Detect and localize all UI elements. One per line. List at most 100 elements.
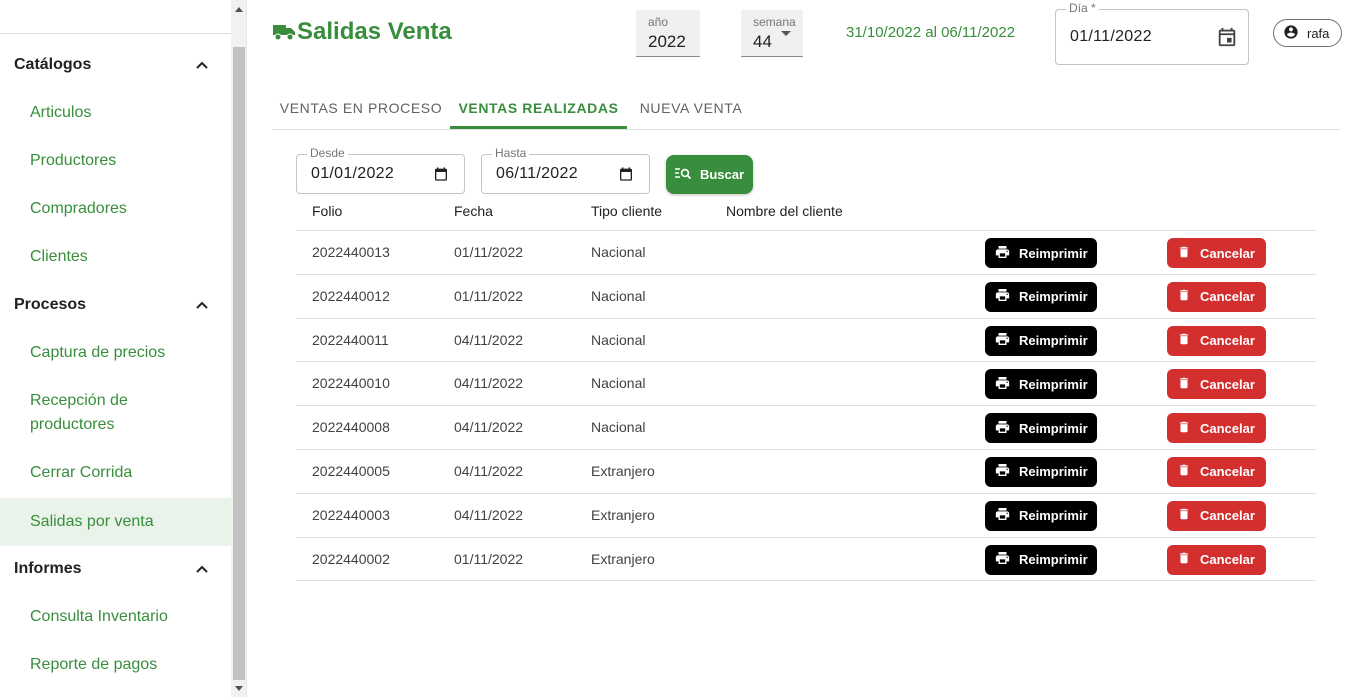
header-tipo-cliente: Tipo cliente xyxy=(591,203,663,219)
reprint-label: Reimprimir xyxy=(1019,376,1088,392)
sidebar-section-catalogos[interactable]: Catálogos xyxy=(0,41,231,89)
sidebar-item-cerrar-corrida[interactable]: Cerrar Corrida xyxy=(0,461,231,485)
printer-icon xyxy=(994,419,1011,438)
cell-fecha: 04/11/2022 xyxy=(454,419,524,436)
sidebar-item-captura-precios[interactable]: Captura de precios xyxy=(0,341,231,365)
reprint-label: Reimprimir xyxy=(1019,289,1088,305)
week-select[interactable]: semana 44 xyxy=(741,10,803,57)
sidebar-section-procesos[interactable]: Procesos xyxy=(0,281,231,329)
page-title: Salidas Venta xyxy=(297,18,452,45)
tab-ventas-realizadas[interactable]: VENTAS REALIZADAS xyxy=(450,86,627,129)
table-row: 2022440008 04/11/2022 Nacional Reimprimir Ca… xyxy=(296,406,1316,450)
printer-icon xyxy=(994,506,1011,525)
hasta-date-field[interactable]: Hasta 06/11/2022 xyxy=(481,146,650,194)
calendar-icon[interactable] xyxy=(618,166,634,187)
search-list-icon xyxy=(674,167,692,182)
cell-tipo-cliente: Nacional xyxy=(591,331,646,348)
cell-tipo-cliente: Extranjero xyxy=(591,506,655,523)
desde-value: 01/01/2022 xyxy=(311,165,395,182)
reprint-label: Reimprimir xyxy=(1019,333,1088,349)
cancel-button[interactable]: Cancelar xyxy=(1167,500,1266,531)
cell-tipo-cliente: Nacional xyxy=(591,375,646,392)
table-row: 2022440011 04/11/2022 Nacional Reimprimir Ca… xyxy=(296,319,1316,363)
reprint-button[interactable]: Reimprimir xyxy=(985,281,1097,312)
desde-date-field[interactable]: Desde 01/01/2022 xyxy=(296,146,465,194)
cell-fecha: 04/11/2022 xyxy=(454,331,524,348)
user-name: rafa xyxy=(1307,25,1330,41)
reprint-label: Reimprimir xyxy=(1019,245,1088,261)
scroll-up-arrow-icon[interactable] xyxy=(235,7,243,12)
reprint-button[interactable]: Reimprimir xyxy=(985,369,1097,400)
day-date-field[interactable]: Día * 01/11/2022 xyxy=(1055,1,1249,65)
search-button-label: Buscar xyxy=(699,167,745,182)
cancel-button[interactable]: Cancelar xyxy=(1167,456,1266,487)
sidebar-item-articulos[interactable]: Articulos xyxy=(0,101,231,125)
user-menu-button[interactable]: rafa xyxy=(1273,19,1342,47)
reprint-button[interactable]: Reimprimir xyxy=(985,544,1097,575)
reprint-button[interactable]: Reimprimir xyxy=(985,238,1097,268)
sidebar-item-compradores[interactable]: Compradores xyxy=(0,197,231,221)
sidebar-scrollbar[interactable] xyxy=(231,0,247,697)
reprint-button[interactable]: Reimprimir xyxy=(985,456,1097,487)
printer-icon xyxy=(994,375,1011,394)
cancel-label: Cancelar xyxy=(1200,420,1255,436)
sidebar-item-recepcion-productores[interactable]: Recepción de productores xyxy=(0,389,180,437)
sidebar-section-title: Procesos xyxy=(14,296,87,313)
reprint-label: Reimprimir xyxy=(1019,464,1088,480)
sidebar: Catálogos Articulos Productores Comprado… xyxy=(0,0,231,697)
tab-ventas-en-proceso[interactable]: VENTAS EN PROCESO xyxy=(272,86,450,129)
year-field[interactable]: año 2022 xyxy=(636,10,700,57)
cell-folio: 2022440008 xyxy=(312,419,390,436)
scrollbar-thumb[interactable] xyxy=(233,47,245,680)
ventas-table: Folio Fecha Tipo cliente Nombre del clie… xyxy=(296,194,1316,582)
trash-icon xyxy=(1177,331,1191,350)
reprint-label: Reimprimir xyxy=(1019,508,1088,524)
trash-icon xyxy=(1177,419,1191,438)
cell-tipo-cliente: Extranjero xyxy=(591,550,655,567)
sidebar-section-informes[interactable]: Informes xyxy=(0,545,231,593)
reprint-label: Reimprimir xyxy=(1019,420,1088,436)
search-button[interactable]: Buscar xyxy=(666,155,753,194)
cancel-label: Cancelar xyxy=(1200,289,1255,305)
cell-fecha: 01/11/2022 xyxy=(454,550,524,567)
calendar-icon[interactable] xyxy=(1216,26,1238,53)
cell-folio: 2022440013 xyxy=(312,244,390,260)
calendar-icon[interactable] xyxy=(433,166,449,187)
chevron-up-icon xyxy=(195,298,209,312)
printer-icon xyxy=(994,462,1011,481)
cell-tipo-cliente: Nacional xyxy=(591,244,646,260)
tab-nueva-venta[interactable]: NUEVA VENTA xyxy=(627,86,755,129)
table-row: 2022440002 01/11/2022 Extranjero Reimprimir… xyxy=(296,538,1316,582)
chevron-up-icon xyxy=(195,58,209,72)
reprint-button[interactable]: Reimprimir xyxy=(985,325,1097,356)
cancel-label: Cancelar xyxy=(1200,464,1255,480)
cancel-button[interactable]: Cancelar xyxy=(1167,325,1266,356)
sidebar-item-reporte-pagos[interactable]: Reporte de pagos xyxy=(0,653,231,677)
cancel-label: Cancelar xyxy=(1200,333,1255,349)
sidebar-item-salidas-por-venta[interactable]: Salidas por venta xyxy=(0,498,231,546)
sidebar-item-consulta-inventario[interactable]: Consulta Inventario xyxy=(0,605,231,629)
reprint-button[interactable]: Reimprimir xyxy=(985,413,1097,444)
truck-icon xyxy=(272,23,296,41)
printer-icon xyxy=(994,287,1011,306)
table-row: 2022440003 04/11/2022 Extranjero Reimprimir… xyxy=(296,494,1316,538)
tabs-bar: VENTAS EN PROCESO VENTAS REALIZADAS NUEV… xyxy=(272,86,1340,130)
week-value: 44 xyxy=(753,32,772,51)
printer-icon xyxy=(994,550,1011,569)
header-folio: Folio xyxy=(312,203,343,219)
sidebar-item-clientes[interactable]: Clientes xyxy=(0,245,231,269)
cancel-label: Cancelar xyxy=(1200,552,1255,568)
cancel-button[interactable]: Cancelar xyxy=(1167,413,1266,444)
cell-tipo-cliente: Nacional xyxy=(591,419,646,436)
cancel-button[interactable]: Cancelar xyxy=(1167,544,1266,575)
scroll-down-arrow-icon[interactable] xyxy=(235,686,243,691)
cancel-button[interactable]: Cancelar xyxy=(1167,369,1266,400)
week-range-text: 31/10/2022 al 06/11/2022 xyxy=(846,24,1016,41)
cancel-button[interactable]: Cancelar xyxy=(1167,281,1266,312)
table-row: 2022440013 01/11/2022 Nacional Reimprimir Ca… xyxy=(296,231,1316,275)
chevron-up-icon xyxy=(195,562,209,576)
header-fecha: Fecha xyxy=(454,203,493,219)
reprint-button[interactable]: Reimprimir xyxy=(985,500,1097,531)
cancel-button[interactable]: Cancelar xyxy=(1167,238,1266,268)
sidebar-item-productores[interactable]: Productores xyxy=(0,149,231,173)
